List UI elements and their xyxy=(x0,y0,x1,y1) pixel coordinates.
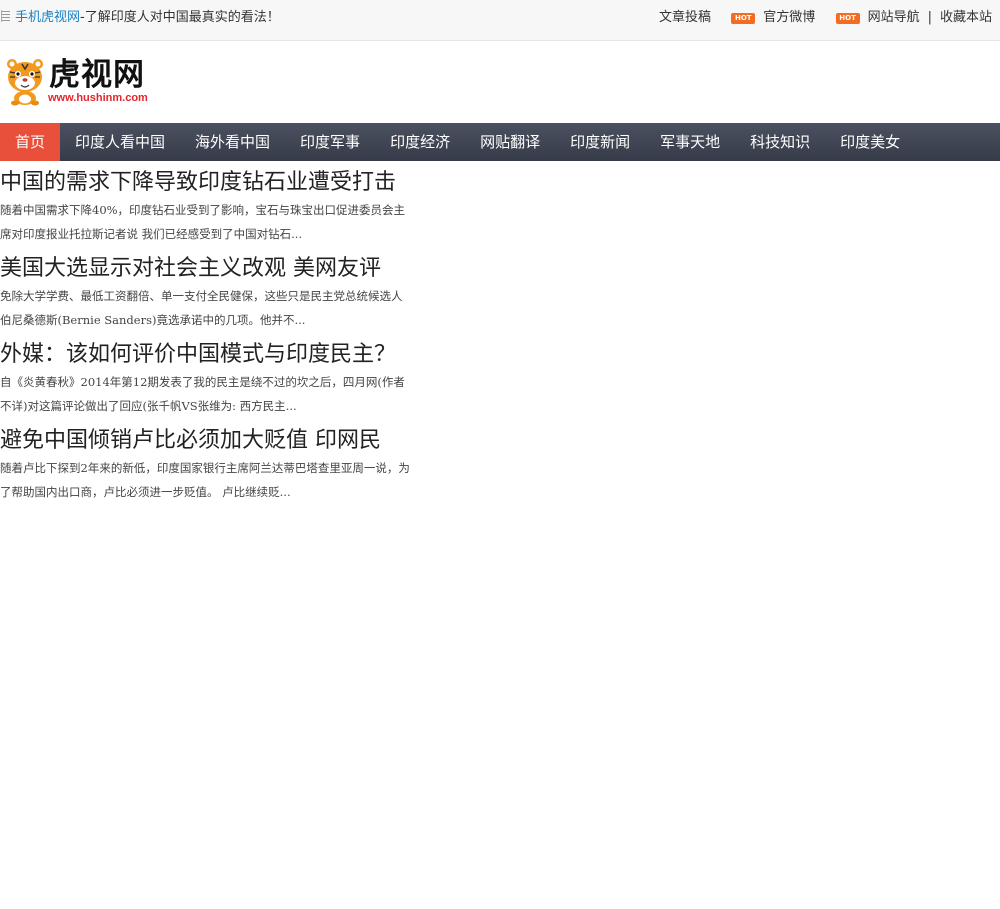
main-navigation: 首页 印度人看中国 海外看中国 印度军事 印度经济 网贴翻译 印度新闻 军事天地 科技知识 印度美… xyxy=(0,123,1000,161)
article-title-link[interactable]: 外媒：该如何评价中国模式与印度民主？ xyxy=(0,340,420,370)
nav-item-8[interactable]: 科技知识 xyxy=(735,123,825,161)
hot-badge-icon: HOT xyxy=(731,13,756,24)
site-tagline: -了解印度人对中国最真实的看法！ xyxy=(80,10,280,25)
nav-item-1[interactable]: 印度人看中国 xyxy=(60,123,180,161)
top-bar-left: 手机虎视网-了解印度人对中国最真实的看法！ xyxy=(0,9,280,27)
official-weibo-link[interactable]: 官方微博 xyxy=(763,10,815,25)
article-item: 避免中国倾销卢比必须加大贬值 印网民随着卢比下探到2年来的新低，印度国家银行主席… xyxy=(0,426,420,504)
nav-item-4[interactable]: 印度经济 xyxy=(375,123,465,161)
article-title-link[interactable]: 中国的需求下降导致印度钻石业遭受打击 xyxy=(0,168,420,198)
mobile-phone-icon xyxy=(0,10,11,22)
bookmark-site-link[interactable]: 收藏本站 xyxy=(940,10,992,25)
logo-url: www.hushinm.com xyxy=(48,92,148,104)
top-bar-right: 文章投稿 HOT 官方微博 HOT 网站导航 | 收藏本站 xyxy=(659,9,992,27)
article-title-link[interactable]: 避免中国倾销卢比必须加大贬值 印网民 xyxy=(0,426,420,456)
nav-item-6[interactable]: 印度新闻 xyxy=(555,123,645,161)
tiger-mascot-icon xyxy=(3,58,47,106)
nav-list: 首页 印度人看中国 海外看中国 印度军事 印度经济 网贴翻译 印度新闻 军事天地 科技知识 印度美… xyxy=(0,123,1000,161)
hot-badge-icon: HOT xyxy=(835,13,860,24)
nav-item-3[interactable]: 印度军事 xyxy=(285,123,375,161)
article-item: 美国大选显示对社会主义改观 美网友评免除大学学费、最低工资翻倍、单一支付全民健保… xyxy=(0,254,420,332)
site-logo[interactable]: 虎视网 www.hushinm.com xyxy=(3,56,168,108)
nav-item-0[interactable]: 首页 xyxy=(0,123,61,161)
article-summary: 随着卢比下探到2年来的新低，印度国家银行主席阿兰达蒂巴塔查里亚周一说，为了帮助国… xyxy=(0,461,410,499)
mobile-site-link[interactable]: 手机虎视网 xyxy=(15,10,80,25)
nav-item-7[interactable]: 军事天地 xyxy=(645,123,735,161)
article-list: 中国的需求下降导致印度钻石业遭受打击随着中国需求下降40%，印度钻石业受到了影响… xyxy=(0,168,420,512)
nav-item-5[interactable]: 网贴翻译 xyxy=(465,123,555,161)
article-summary: 免除大学学费、最低工资翻倍、单一支付全民健保，这些只是民主党总统候选人伯尼桑德斯… xyxy=(0,289,403,327)
submit-article-link[interactable]: 文章投稿 xyxy=(659,10,711,25)
article-summary: 自《炎黄春秋》2014年第12期发表了我的民主是绕不过的坎之后，四月网(作者不详… xyxy=(0,375,405,413)
article-title-link[interactable]: 美国大选显示对社会主义改观 美网友评 xyxy=(0,254,420,284)
nav-item-9[interactable]: 印度美女 xyxy=(825,123,915,161)
article-summary: 随着中国需求下降40%，印度钻石业受到了影响，宝石与珠宝出口促进委员会主席对印度… xyxy=(0,203,406,241)
article-item: 中国的需求下降导致印度钻石业遭受打击随着中国需求下降40%，印度钻石业受到了影响… xyxy=(0,168,420,246)
separator: | xyxy=(927,10,932,25)
site-navigation-link[interactable]: 网站导航 xyxy=(868,10,920,25)
nav-item-2[interactable]: 海外看中国 xyxy=(180,123,285,161)
top-bar: 手机虎视网-了解印度人对中国最真实的看法！ 文章投稿 HOT 官方微博 HOT 网站… xyxy=(0,0,1000,41)
article-item: 外媒：该如何评价中国模式与印度民主？ 自《炎黄春秋》2014年第12期发表了我的民… xyxy=(0,340,420,418)
logo-title: 虎视网 xyxy=(49,57,145,93)
